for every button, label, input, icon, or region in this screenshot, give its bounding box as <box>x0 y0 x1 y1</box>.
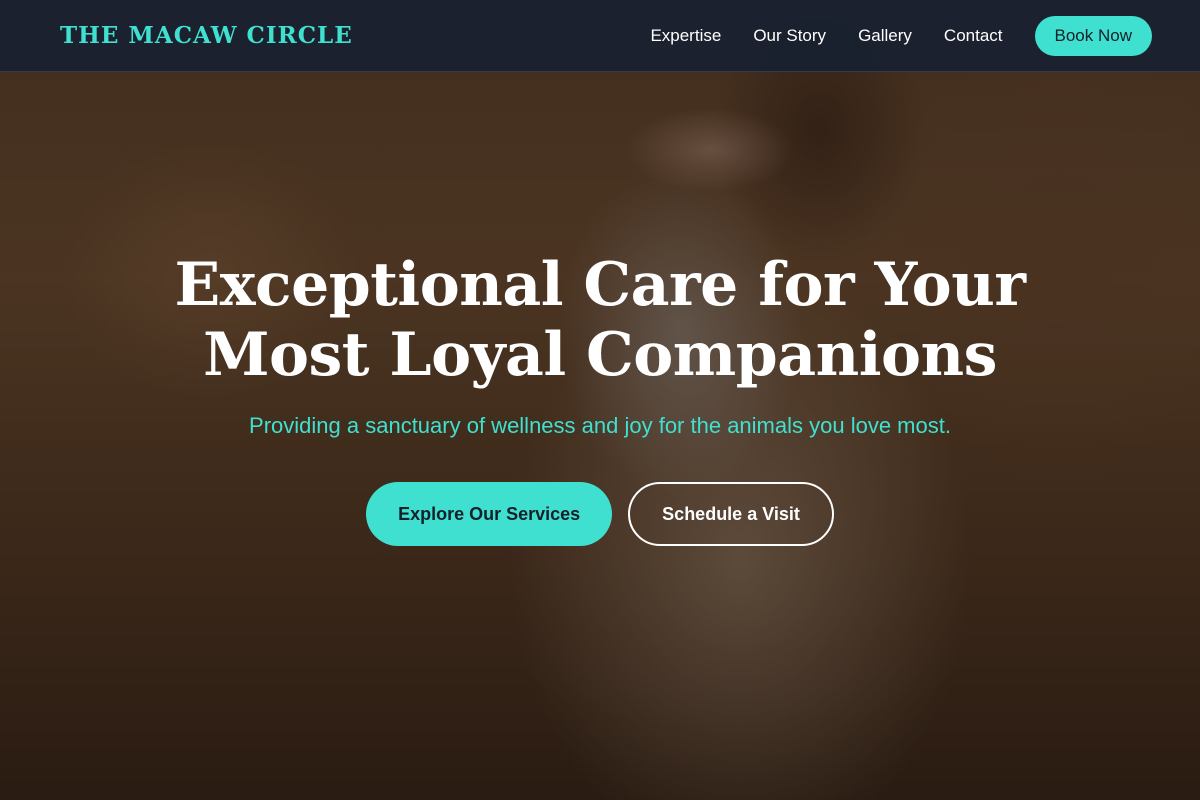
brand-logo[interactable]: THE MACAW CIRCLE <box>60 22 353 49</box>
schedule-visit-button[interactable]: Schedule a Visit <box>628 482 834 546</box>
explore-services-button[interactable]: Explore Our Services <box>366 482 613 546</box>
nav-link-gallery[interactable]: Gallery <box>858 26 912 46</box>
top-navigation-bar: THE MACAW CIRCLE Expertise Our Story Gal… <box>0 0 1200 72</box>
nav-link-our-story[interactable]: Our Story <box>753 26 826 46</box>
nav-link-contact[interactable]: Contact <box>944 26 1003 46</box>
hero-title: Exceptional Care for Your Most Loyal Com… <box>0 250 1200 390</box>
hero-title-line-2: Most Loyal Companions <box>203 320 997 390</box>
hero-title-line-1: Exceptional Care for Your <box>174 250 1026 320</box>
book-now-button[interactable]: Book Now <box>1034 15 1152 56</box>
hero-cta-group: Explore Our Services Schedule a Visit <box>0 482 1200 546</box>
nav-link-expertise[interactable]: Expertise <box>650 26 721 46</box>
hero-subtitle: Providing a sanctuary of wellness and jo… <box>249 413 951 438</box>
hero-section: Exceptional Care for Your Most Loyal Com… <box>0 250 1200 546</box>
main-navigation: Expertise Our Story Gallery Contact Book… <box>650 15 1152 56</box>
